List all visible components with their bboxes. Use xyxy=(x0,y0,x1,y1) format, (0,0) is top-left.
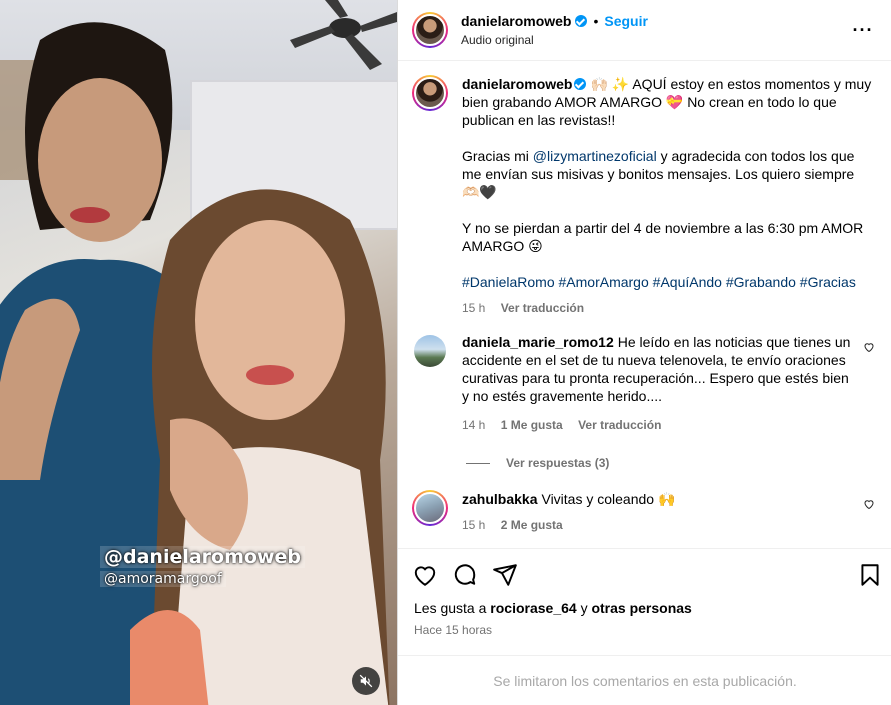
hashtag-link[interactable]: #AquíAndo xyxy=(653,274,722,290)
comments-limited-notice: Se limitaron los comentarios en esta pub… xyxy=(398,655,891,705)
save-bookmark-icon[interactable] xyxy=(857,562,883,588)
caption-paragraph-2-prefix: Gracias mi xyxy=(462,148,533,164)
view-replies-label: Ver respuestas (3) xyxy=(506,456,610,470)
separator-dot: • xyxy=(593,13,599,29)
list-item: zahulbakka Vivitas y coleando 🙌 15 h 2 Me… xyxy=(412,490,875,532)
hashtag-link[interactable]: #AmorAmargo xyxy=(559,274,649,290)
comment-icon[interactable] xyxy=(452,562,478,588)
overlay-mention-secondary: @amoramargoof xyxy=(100,571,226,587)
woman-right xyxy=(130,189,390,705)
post-media[interactable]: @danielaromoweb @amoramargoof xyxy=(0,0,397,705)
action-bar xyxy=(398,548,891,600)
translate-button[interactable]: Ver traducción xyxy=(501,301,584,315)
ceiling-fan xyxy=(290,0,397,70)
avatar[interactable] xyxy=(412,490,448,526)
mute-button[interactable] xyxy=(352,667,380,695)
hashtag-link[interactable]: #Grabando xyxy=(726,274,796,290)
list-item: daniela_marie_romo12 He leído en las noti… xyxy=(412,333,875,432)
like-heart-icon[interactable] xyxy=(412,562,438,588)
comment-time[interactable]: 14 h xyxy=(462,418,485,432)
mention-link[interactable]: @lizymartinezoficial xyxy=(533,148,657,164)
view-replies-button[interactable]: Ver respuestas (3) xyxy=(466,456,875,470)
caption-paragraph-3: Y no se pierdan a partir del 4 de noviem… xyxy=(462,220,864,254)
comment-time[interactable]: 15 h xyxy=(462,518,485,532)
like-comment-heart-icon[interactable] xyxy=(863,498,875,510)
comment-username[interactable]: daniela_marie_romo12 xyxy=(462,334,614,350)
like-comment-heart-icon[interactable] xyxy=(863,341,875,353)
comment-likes[interactable]: 2 Me gusta xyxy=(501,518,563,532)
follow-button[interactable]: Seguir xyxy=(604,13,648,29)
caption: danielaromoweb 🙌🏻 ✨ AQUÍ estoy en estos m… xyxy=(412,75,875,315)
post-timestamp[interactable]: Hace 15 horas xyxy=(398,616,891,637)
audio-label[interactable]: Audio original xyxy=(461,33,851,47)
header-username[interactable]: danielaromoweb xyxy=(461,13,571,29)
likes-others-link[interactable]: otras personas xyxy=(591,600,691,616)
likes-and: y xyxy=(576,600,592,616)
avatar[interactable] xyxy=(412,12,448,48)
likes-summary: Les gusta a rociorase_64 y otras persona… xyxy=(398,600,891,616)
hashtags: #DanielaRomo #AmorAmargo #AquíAndo #Grab… xyxy=(462,273,875,291)
liker-username[interactable]: rociorase_64 xyxy=(490,600,576,616)
comment-likes[interactable]: 1 Me gusta xyxy=(501,418,563,432)
comment-text: Vivitas y coleando 🙌 xyxy=(541,491,676,507)
verified-badge-icon xyxy=(575,15,588,27)
likes-prefix: Les gusta a xyxy=(414,600,491,616)
comments-list[interactable]: danielaromoweb 🙌🏻 ✨ AQUÍ estoy en estos m… xyxy=(398,61,891,548)
overlay-mention-primary: @danielaromoweb xyxy=(100,546,305,568)
comment-username[interactable]: zahulbakka xyxy=(462,491,537,507)
translate-button[interactable]: Ver traducción xyxy=(578,418,661,432)
hashtag-link[interactable]: #Gracias xyxy=(800,274,856,290)
post-header: danielaromoweb • Seguir Audio original ··· xyxy=(398,0,891,61)
avatar[interactable] xyxy=(412,75,448,111)
post-side-panel: danielaromoweb • Seguir Audio original ···… xyxy=(397,0,891,705)
caption-username[interactable]: danielaromoweb xyxy=(462,76,572,92)
avatar[interactable] xyxy=(414,335,446,367)
more-options-icon[interactable]: ··· xyxy=(851,20,875,41)
verified-badge-icon xyxy=(574,78,587,90)
caption-time[interactable]: 15 h xyxy=(462,301,485,315)
hashtag-link[interactable]: #DanielaRomo xyxy=(462,274,555,290)
share-icon[interactable] xyxy=(492,562,518,588)
speaker-muted-icon xyxy=(359,674,373,688)
